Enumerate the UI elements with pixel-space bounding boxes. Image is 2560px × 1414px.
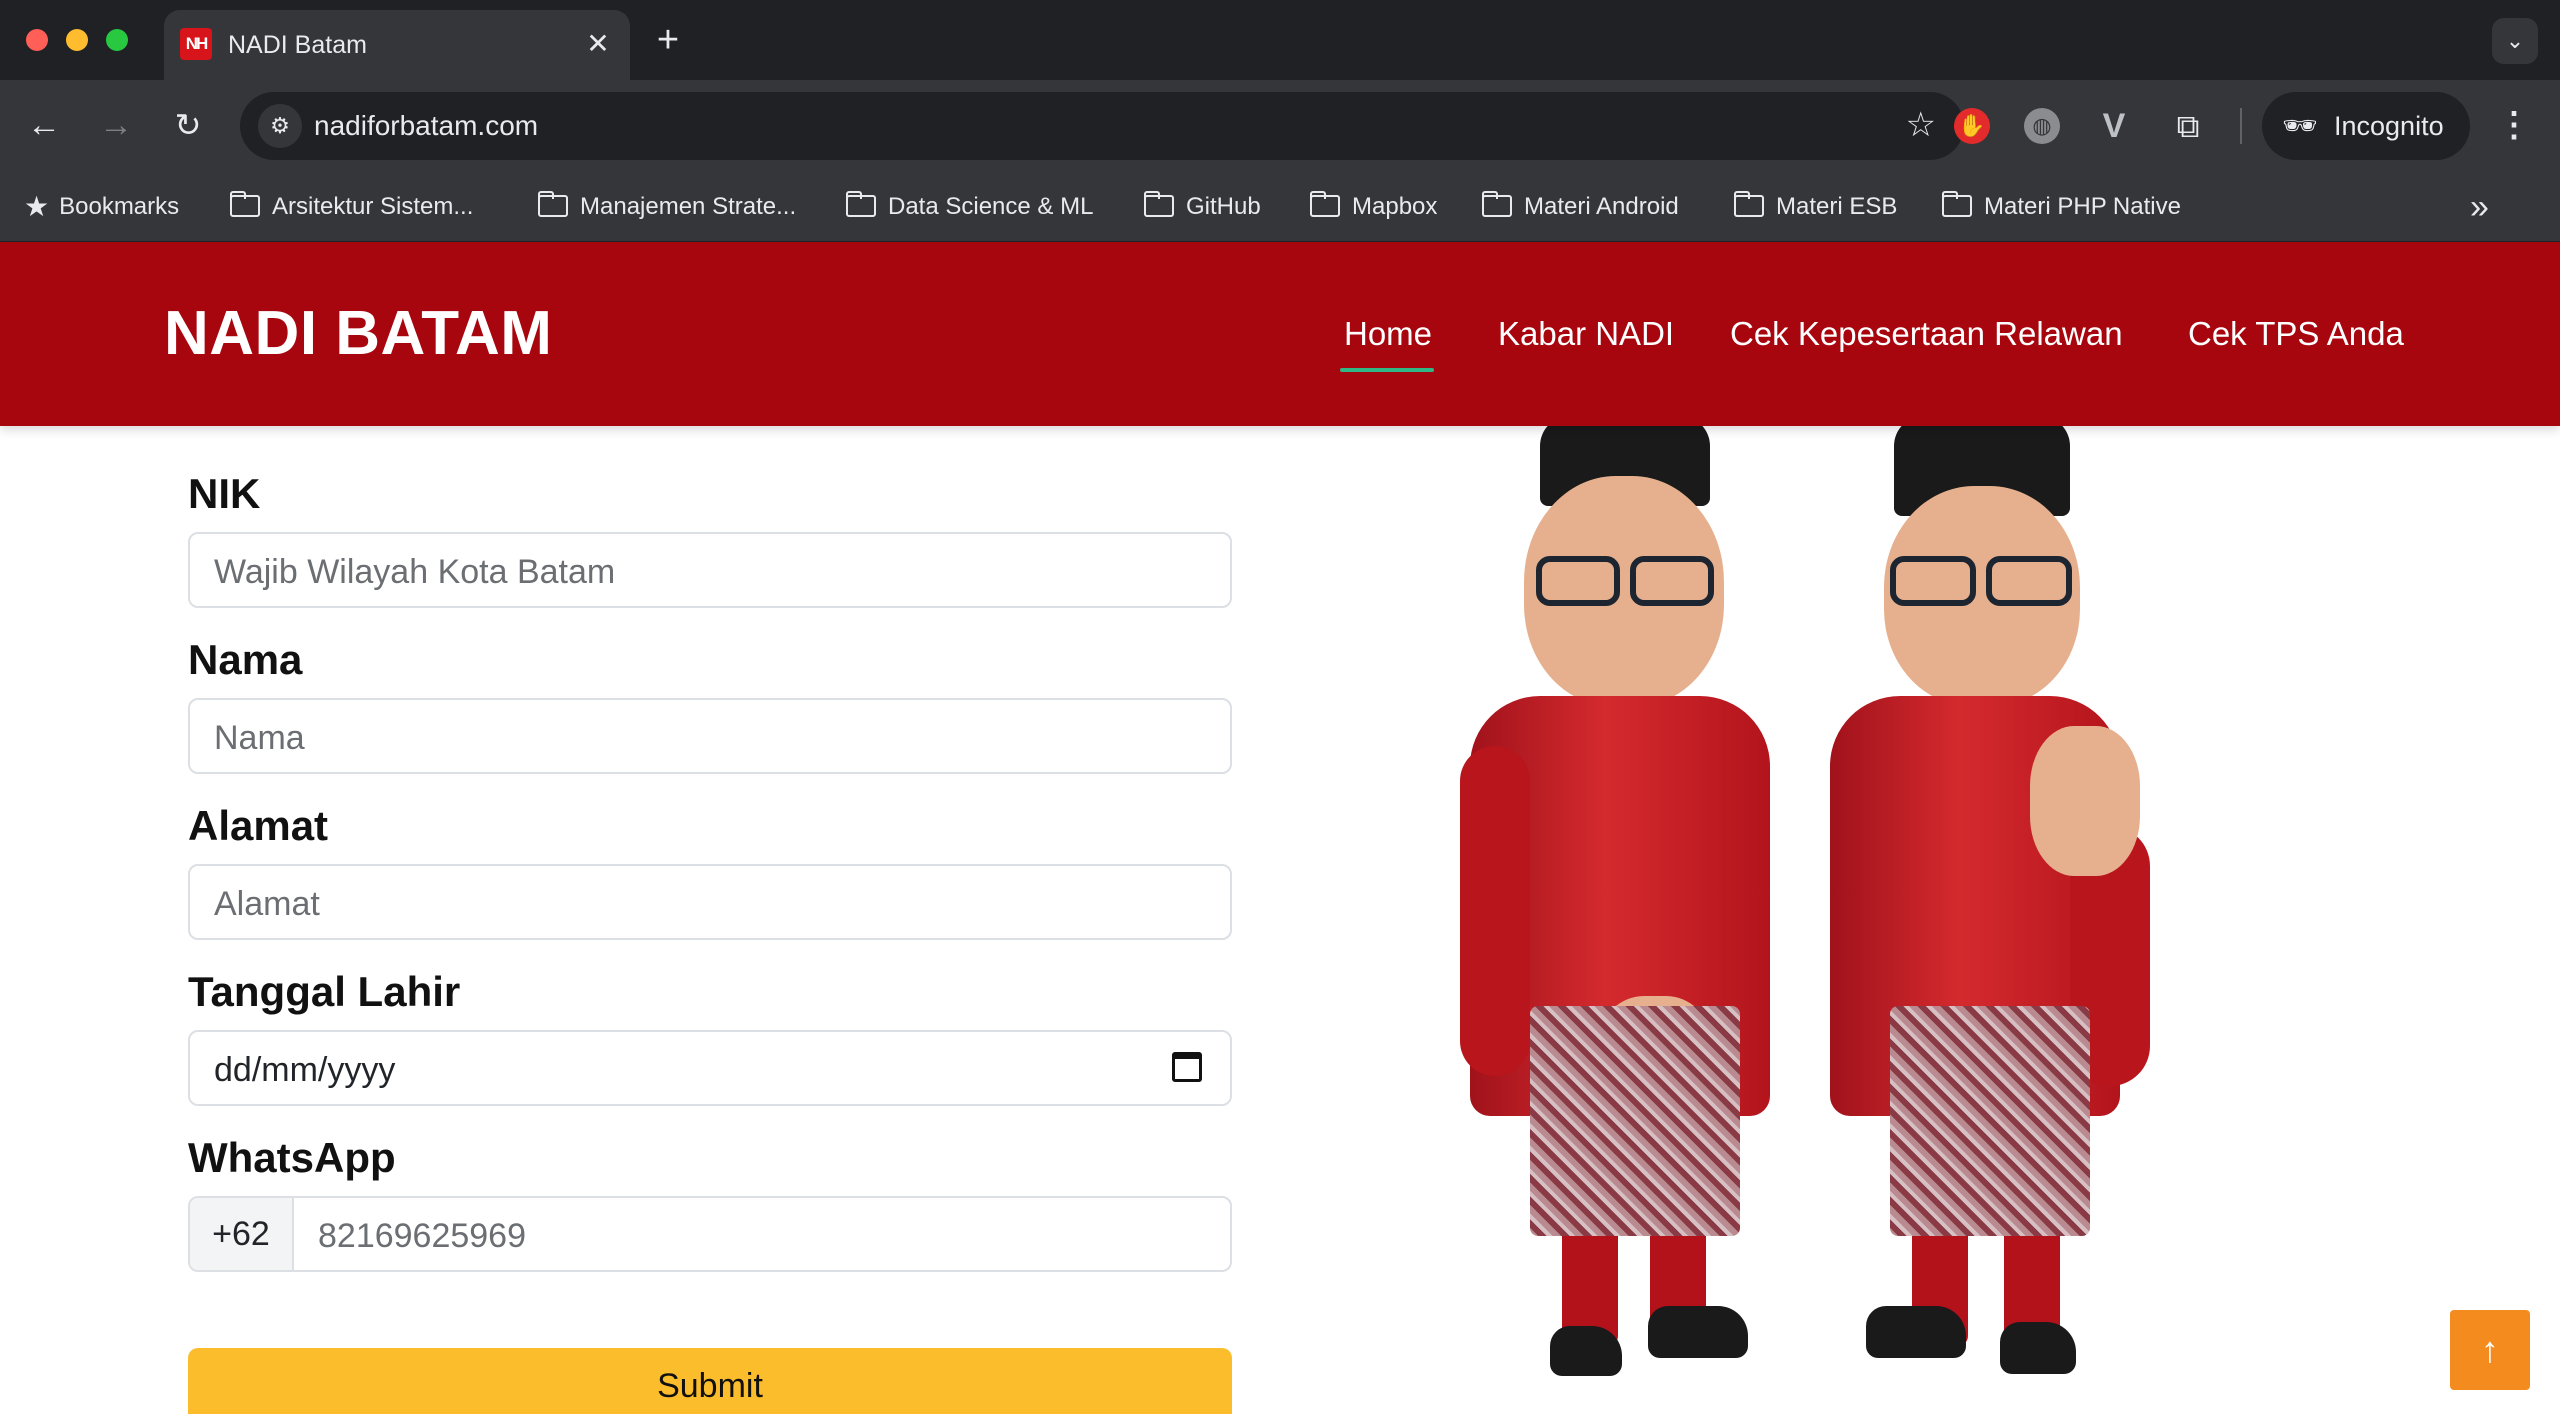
extension-hand-icon[interactable]: ✋ <box>1954 108 1990 144</box>
back-arrow-icon[interactable]: ← <box>20 102 68 150</box>
bookmark-label: Data Science & ML <box>888 193 1094 220</box>
new-tab-icon[interactable]: + <box>646 20 690 64</box>
extension-v-icon[interactable]: V <box>2096 108 2132 144</box>
bookmark-label: Manajemen Strate... <box>580 193 797 220</box>
nama-placeholder: Nama <box>214 719 305 757</box>
forward-arrow-icon[interactable]: → <box>92 102 140 150</box>
bookmark-folder[interactable]: Arsitektur Sistem... <box>230 186 473 228</box>
nav-kabar-nadi[interactable]: Kabar NADI <box>1498 310 1674 358</box>
tanggal-lahir-label: Tanggal Lahir <box>188 968 461 1015</box>
folder-icon <box>230 191 260 217</box>
candidate-figure-right <box>1830 416 2190 1386</box>
bookmark-item-bookmarks[interactable]: ★ Bookmarks <box>24 186 179 228</box>
incognito-icon: 🕶 <box>2282 110 2318 141</box>
tab-title: NADI Batam <box>228 31 367 59</box>
bookmark-label: Arsitektur Sistem... <box>272 193 474 220</box>
folder-icon <box>1310 191 1340 217</box>
nama-input[interactable]: Nama <box>188 698 1232 774</box>
folder-icon <box>1734 191 1764 217</box>
bookmark-star-icon[interactable]: ☆ <box>1906 102 1936 148</box>
toolbar-separator <box>2240 108 2242 144</box>
site-favicon-icon: NH <box>180 28 212 60</box>
candidate-figure-left <box>1450 416 1810 1386</box>
site-settings-icon[interactable]: ⚙ <box>258 104 302 148</box>
bookmark-folder[interactable]: Materi Android <box>1482 186 1679 228</box>
nav-cek-kepesertaan[interactable]: Cek Kepesertaan Relawan <box>1730 310 2123 358</box>
whatsapp-label: WhatsApp <box>188 1134 396 1181</box>
bookmark-label: GitHub <box>1186 193 1261 220</box>
calendar-icon[interactable] <box>1172 1052 1202 1082</box>
window-zoom-button[interactable] <box>106 29 128 51</box>
bookmark-folder[interactable]: Data Science & ML <box>846 186 1093 228</box>
bookmark-folder[interactable]: Materi PHP Native <box>1942 186 2181 228</box>
reload-icon[interactable]: ↻ <box>164 102 212 150</box>
bookmark-folder[interactable]: GitHub <box>1144 186 1261 228</box>
nav-home[interactable]: Home <box>1339 310 1435 372</box>
extension-globe-icon[interactable]: ◍ <box>2024 108 2060 144</box>
candidates-illustration <box>1450 416 2230 1386</box>
bookmark-label: Materi ESB <box>1776 193 1898 220</box>
alamat-input[interactable]: Alamat <box>188 864 1232 940</box>
tanggal-lahir-input[interactable]: dd/mm/yyyy <box>188 1030 1232 1106</box>
folder-icon <box>538 191 568 217</box>
extensions-puzzle-icon[interactable]: ⧉ <box>2170 108 2206 144</box>
incognito-badge[interactable]: 🕶 Incognito <box>2262 92 2470 160</box>
window-close-button[interactable] <box>26 29 48 51</box>
incognito-label: Incognito <box>2334 111 2444 141</box>
bookmark-folder[interactable]: Materi ESB <box>1734 186 1897 228</box>
bookmark-folder[interactable]: Manajemen Strate... <box>538 186 796 228</box>
web-page: NADI BATAM Home Kabar NADI Cek Kepeserta… <box>0 242 2560 1414</box>
alamat-label: Alamat <box>188 802 329 849</box>
nik-placeholder: Wajib Wilayah Kota Batam <box>214 553 616 591</box>
nik-label: NIK <box>188 470 261 517</box>
site-brand[interactable]: NADI BATAM <box>164 294 552 374</box>
browser-toolbar: ← → ↻ ⚙ nadiforbatam.com ☆ ✋ ◍ V ⧉ 🕶 Inc… <box>0 80 2560 172</box>
country-code-prefix: +62 <box>190 1198 294 1270</box>
url-text[interactable]: nadiforbatam.com <box>314 106 538 146</box>
window-minimize-button[interactable] <box>66 29 88 51</box>
bookmark-folder[interactable]: Mapbox <box>1310 186 1437 228</box>
browser-tab-bar: NH NADI Batam ✕ + ⌄ <box>0 0 2560 80</box>
folder-icon <box>1942 191 1972 217</box>
tab-search-chevron-icon[interactable]: ⌄ <box>2492 18 2538 64</box>
site-header: NADI BATAM Home Kabar NADI Cek Kepeserta… <box>0 242 2560 426</box>
address-bar[interactable]: ⚙ nadiforbatam.com ☆ <box>240 92 1964 160</box>
folder-icon <box>846 191 876 217</box>
nav-cek-tps[interactable]: Cek TPS Anda <box>2188 310 2404 358</box>
tab-close-icon[interactable]: ✕ <box>578 24 618 64</box>
folder-icon <box>1482 191 1512 217</box>
folder-icon <box>1144 191 1174 217</box>
submit-button[interactable]: Submit <box>188 1348 1232 1414</box>
nama-label: Nama <box>188 636 303 683</box>
browser-tab-active[interactable]: NH NADI Batam ✕ <box>164 10 630 80</box>
bookmarks-bar: ★ Bookmarks Arsitektur Sistem... Manajeme… <box>0 172 2560 242</box>
bookmark-label: Materi PHP Native <box>1984 193 2181 220</box>
whatsapp-placeholder: 82169625969 <box>318 1217 527 1255</box>
star-icon: ★ <box>24 191 50 222</box>
bookmarks-overflow-icon[interactable]: » <box>2470 186 2489 228</box>
bookmark-label: Mapbox <box>1352 193 1438 220</box>
nik-input[interactable]: Wajib Wilayah Kota Batam <box>188 532 1232 608</box>
scroll-to-top-button[interactable]: ↑ <box>2450 1310 2530 1390</box>
browser-menu-icon[interactable]: ⋮ <box>2494 102 2534 150</box>
bookmark-label: Bookmarks <box>59 193 180 220</box>
bookmark-label: Materi Android <box>1524 193 1679 220</box>
date-placeholder: dd/mm/yyyy <box>214 1051 396 1089</box>
alamat-placeholder: Alamat <box>214 885 320 923</box>
whatsapp-input[interactable]: +62 82169625969 <box>188 1196 1232 1272</box>
